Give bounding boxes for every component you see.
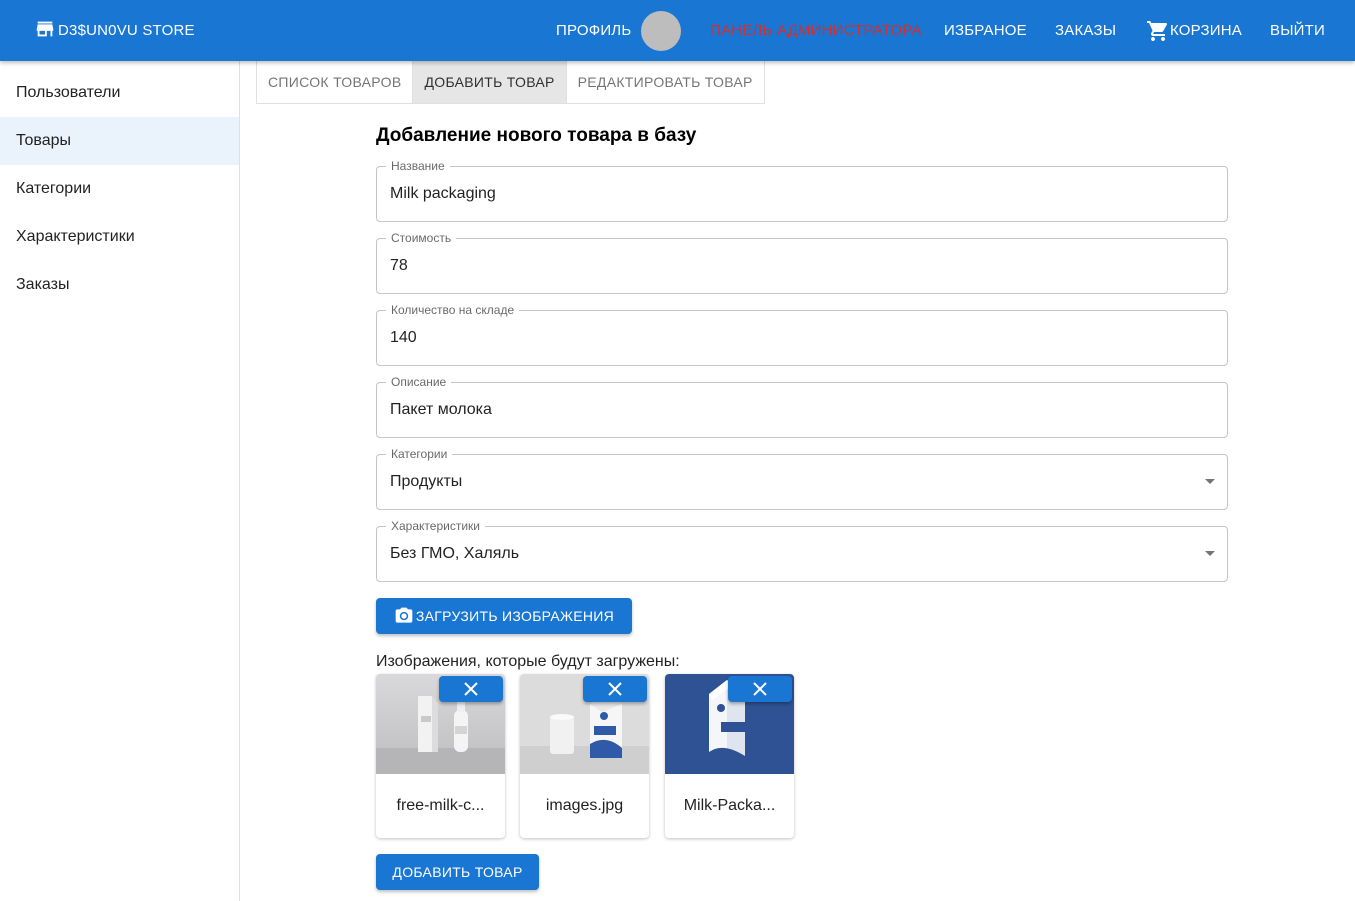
image-filename: free-milk-c...: [396, 797, 485, 814]
cart-icon: [1146, 19, 1170, 43]
category-select-value: Продукты: [390, 473, 463, 490]
image-card: Milk-Packa...: [665, 674, 794, 838]
stock-field[interactable]: Количество на складе 140: [376, 303, 1228, 366]
close-icon: [463, 681, 479, 697]
stock-field-value: 140: [390, 329, 417, 346]
orders-link[interactable]: ЗАКАЗЫ: [1055, 0, 1116, 61]
profile-link[interactable]: ПРОФИЛЬ: [556, 0, 682, 61]
name-field-value: Milk packaging: [390, 185, 496, 202]
avatar[interactable]: [641, 10, 682, 51]
store-icon: [34, 18, 58, 44]
price-field-value: 78: [390, 257, 408, 274]
sidebar-item-products[interactable]: Товары: [0, 117, 239, 165]
tab-product-list[interactable]: СПИСОК ТОВАРОВ: [257, 61, 412, 103]
admin-panel-link[interactable]: ПАНЕЛЬ АДМИНИСТРАТОРА: [710, 0, 922, 61]
tab-add-product[interactable]: ДОБАВИТЬ ТОВАР: [412, 61, 567, 103]
close-icon: [752, 681, 768, 697]
price-field[interactable]: Стоимость 78: [376, 231, 1228, 294]
close-icon: [607, 681, 623, 697]
logout-link[interactable]: ВЫЙТИ: [1270, 0, 1325, 61]
camera-icon: [394, 606, 414, 626]
image-card: images.jpg: [520, 674, 649, 838]
sidebar-item-orders[interactable]: Заказы: [0, 261, 239, 309]
remove-image-button[interactable]: [583, 676, 647, 702]
cart-label: КОРЗИНА: [1170, 22, 1242, 39]
remove-image-button[interactable]: [728, 676, 792, 702]
remove-image-button[interactable]: [439, 676, 503, 702]
description-field[interactable]: Описание Пакет молока: [376, 375, 1228, 438]
sidebar-item-users[interactable]: Пользователи: [0, 69, 239, 117]
brand-name: D3$UN0VU STORE: [58, 22, 195, 39]
upload-caption: Изображения, которые будут загружены:: [376, 653, 680, 670]
favorites-link[interactable]: ИЗБРАНОЕ: [944, 0, 1027, 61]
sidebar-item-characteristics[interactable]: Характеристики: [0, 213, 239, 261]
app-bar: D3$UN0VU STORE ПРОФИЛЬ ПАНЕЛЬ АДМИНИСТРА…: [0, 0, 1355, 61]
image-card: free-milk-c...: [376, 674, 505, 838]
tab-edit-product[interactable]: РЕДАКТИРОВАТЬ ТОВАР: [567, 61, 764, 103]
brand-logo[interactable]: D3$UN0VU STORE: [34, 0, 195, 61]
image-filename: Milk-Packa...: [683, 797, 776, 814]
upload-images-button[interactable]: ЗАГРУЗИТЬ ИЗОБРАЖЕНИЯ: [376, 598, 632, 634]
dropdown-arrow-icon: [1205, 551, 1215, 556]
admin-sidebar: Пользователи Товары Категории Характерис…: [0, 61, 240, 901]
characteristics-select[interactable]: Характеристики Без ГМО, Халяль: [376, 519, 1228, 582]
product-tabs: СПИСОК ТОВАРОВ ДОБАВИТЬ ТОВАР РЕДАКТИРОВ…: [256, 61, 765, 104]
image-filename: images.jpg: [545, 797, 624, 814]
form-title: Добавление нового товара в базу: [376, 125, 697, 146]
profile-label: ПРОФИЛЬ: [556, 22, 632, 39]
sidebar-item-categories[interactable]: Категории: [0, 165, 239, 213]
dropdown-arrow-icon: [1205, 479, 1215, 484]
name-field[interactable]: Название Milk packaging: [376, 159, 1228, 222]
characteristics-select-value: Без ГМО, Халяль: [390, 545, 520, 562]
upload-images-label: ЗАГРУЗИТЬ ИЗОБРАЖЕНИЯ: [415, 608, 615, 624]
category-select[interactable]: Категории Продукты: [376, 447, 1228, 510]
add-product-button[interactable]: ДОБАВИТЬ ТОВАР: [376, 854, 539, 890]
cart-link[interactable]: КОРЗИНА: [1146, 0, 1242, 61]
description-field-value: Пакет молока: [390, 401, 492, 418]
